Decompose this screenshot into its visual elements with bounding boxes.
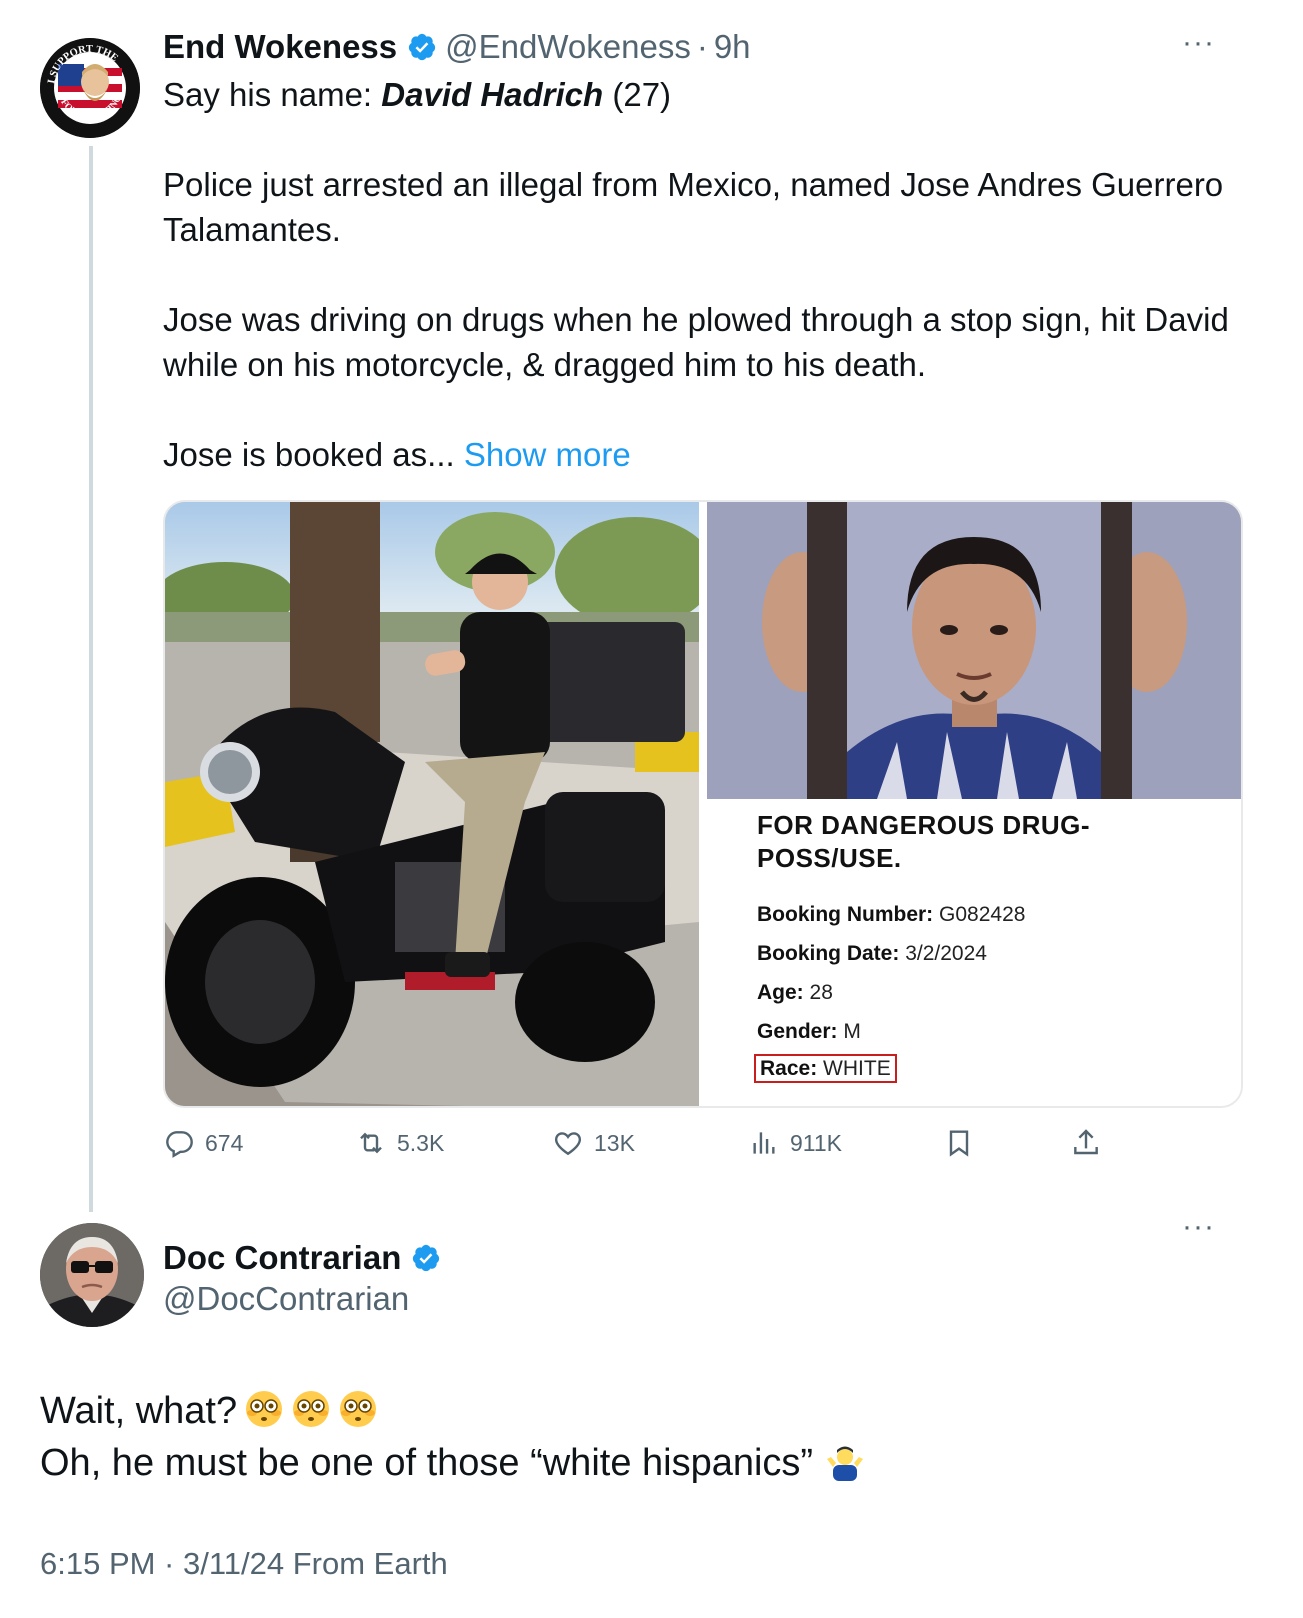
tweet2-header: Doc Contrarian (163, 1234, 449, 1282)
svg-text:FORMER THING: FORMER THING (58, 93, 124, 122)
thread-line (89, 146, 93, 1212)
reply-button[interactable]: 674 (163, 1118, 243, 1168)
age-row: Age: 28 (757, 981, 833, 1005)
reply-icon (166, 1131, 193, 1158)
bookmark-button[interactable] (943, 1118, 985, 1168)
booking-date-value: 3/2/2024 (905, 942, 987, 965)
gender-value: M (843, 1020, 861, 1043)
repost-button[interactable]: 5.3K (355, 1118, 444, 1168)
booking-date-row: Booking Date: 3/2/2024 (757, 942, 987, 966)
reply-line-1: Wait, what? (40, 1390, 238, 1432)
line1-prefix: Say his name: (163, 76, 382, 113)
shrug-emoji (827, 1446, 864, 1481)
header-separator: · (696, 28, 708, 65)
booking-number-value: G082428 (939, 903, 1026, 926)
booking-record: FOR DANGEROUS DRUG-POSS/USE. Booking Num… (707, 799, 1241, 1106)
verified-badge-icon (409, 33, 436, 61)
tweet-time[interactable]: 9h (714, 28, 751, 66)
booking-charge: FOR DANGEROUS DRUG-POSS/USE. (757, 810, 1091, 873)
victim-name: David Hadrich (381, 76, 604, 113)
gender-label: Gender: (757, 1020, 838, 1043)
views-icon (753, 1132, 775, 1154)
tweet1-action-bar: 674 5.3K 13K 911K (163, 1118, 1163, 1168)
booking-date-label: Booking Date: (757, 942, 900, 965)
paragraph-2: Police just arrested an illegal from Mex… (163, 166, 1224, 248)
booking-number-label: Booking Number: (757, 903, 934, 926)
author-handle[interactable]: @DocContrarian (163, 1280, 409, 1318)
tweet-media[interactable]: FOR DANGEROUS DRUG-POSS/USE. Booking Num… (163, 500, 1243, 1108)
views-count: 911K (790, 1129, 843, 1156)
paragraph-3: Jose was driving on drugs when he plowed… (163, 301, 1229, 383)
flushed-face-emoji (293, 1391, 330, 1427)
share-icon (1074, 1129, 1098, 1155)
race-highlight-box: Race: WHITE (754, 1054, 897, 1083)
repost-icon (360, 1132, 382, 1154)
author-handle[interactable]: @EndWokeness (445, 28, 691, 66)
tweet2-text: Wait, what? Oh, he must be one of those … (40, 1385, 865, 1489)
like-button[interactable]: 13K (552, 1118, 635, 1168)
age-value: 28 (809, 981, 833, 1004)
age-label: Age: (757, 981, 804, 1004)
line1-suffix: (27) (603, 76, 672, 113)
motorcycle-photo[interactable] (165, 502, 699, 1106)
reply-count: 674 (205, 1129, 244, 1156)
avatar-ring-top-text: I SUPPORT THE (46, 44, 120, 85)
doc-contrarian-avatar[interactable] (40, 1223, 144, 1327)
end-wokeness-avatar[interactable]: I SUPPORT THE FORMER THING (40, 38, 140, 138)
show-more-link[interactable]: Show more (464, 436, 631, 473)
like-count: 13K (594, 1129, 635, 1156)
booking-number-row: Booking Number: G082428 (757, 903, 1025, 927)
repost-count: 5.3K (397, 1129, 445, 1156)
verified-badge-icon (413, 1244, 440, 1272)
views-button[interactable]: 911K (748, 1118, 842, 1168)
like-icon (554, 1132, 582, 1156)
tweet2-timestamp[interactable]: 6:15 PM · 3/11/24 From Earth (40, 1546, 448, 1582)
svg-text:I SUPPORT THE: I SUPPORT THE (46, 44, 120, 85)
bookmark-icon (949, 1130, 969, 1157)
gender-row: Gender: M (757, 1020, 861, 1044)
tweet1-header: End Wokeness @EndWokeness · 9h (163, 22, 751, 72)
author-name[interactable]: Doc Contrarian (163, 1239, 401, 1277)
more-icon[interactable]: ··· (1182, 26, 1215, 60)
race-row: Race: WHITE (754, 1054, 897, 1083)
paragraph-4: Jose is booked as... (163, 436, 464, 473)
share-button[interactable] (1070, 1118, 1112, 1168)
more-icon[interactable]: ··· (1182, 1210, 1215, 1244)
reply-line-2: Oh, he must be one of those “white hispa… (40, 1442, 814, 1484)
race-value: WHITE (823, 1057, 891, 1080)
race-label: Race: (760, 1057, 818, 1080)
flushed-face-emoji (340, 1391, 377, 1427)
mugshot-photo[interactable] (707, 502, 1241, 799)
tweet1-text: Say his name: David Hadrich (27) Police … (163, 72, 1243, 477)
flushed-face-emoji (246, 1391, 283, 1427)
author-name[interactable]: End Wokeness (163, 28, 397, 66)
avatar-ring-bottom-text: FORMER THING (58, 93, 124, 122)
